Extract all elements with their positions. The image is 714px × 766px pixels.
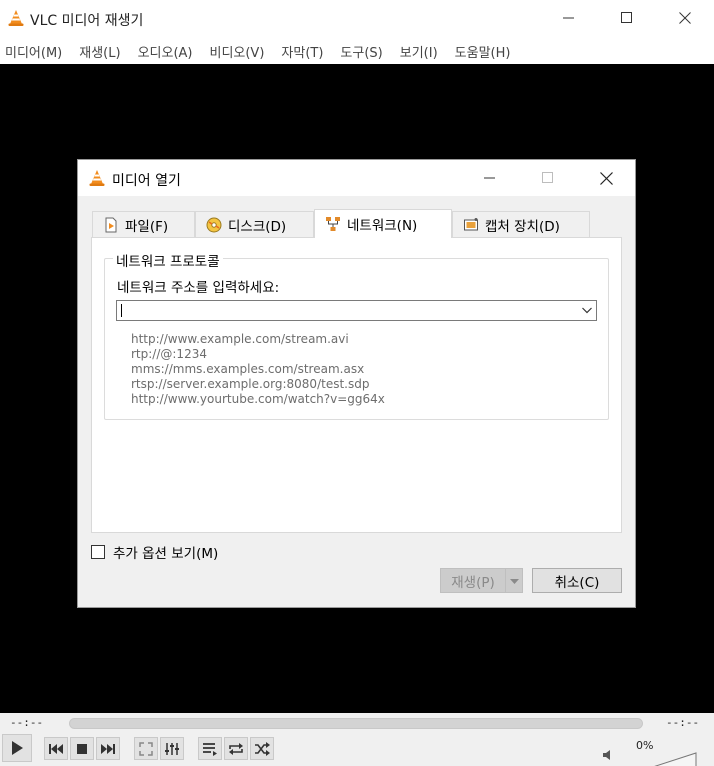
menu-subtitle[interactable]: 자막(T) <box>281 42 323 61</box>
dialog-title-bar: 미디어 열기 <box>78 160 635 196</box>
menu-media[interactable]: 미디어(M) <box>5 42 62 61</box>
playlist-button[interactable] <box>198 737 222 760</box>
example-url: http://www.example.com/stream.avi <box>131 332 349 346</box>
menu-video[interactable]: 비디오(V) <box>209 42 264 61</box>
file-icon <box>103 217 119 233</box>
tab-file[interactable]: 파일(F) <box>92 211 195 237</box>
disc-icon <box>206 217 222 233</box>
loop-button[interactable] <box>224 737 248 760</box>
loop-icon <box>229 742 243 755</box>
tab-capture-device[interactable]: 캡처 장치(D) <box>452 211 590 237</box>
menu-view[interactable]: 보기(I) <box>400 42 438 61</box>
vlc-cone-icon <box>7 9 25 27</box>
maximize-button[interactable] <box>604 0 650 36</box>
menu-help[interactable]: 도움말(H) <box>455 42 511 61</box>
fullscreen-icon <box>139 741 153 756</box>
elapsed-time: --:-- <box>10 716 44 729</box>
previous-button[interactable] <box>44 737 68 760</box>
remaining-time[interactable]: --:-- <box>666 716 699 729</box>
previous-icon <box>49 743 63 754</box>
next-icon <box>101 743 115 754</box>
dialog-title: 미디어 열기 <box>112 173 181 189</box>
network-tab-panel: 네트워크 프로토콜 네트워크 주소를 입력하세요: http://www.exa… <box>91 237 622 533</box>
window-title: VLC 미디어 재생기 <box>30 13 144 29</box>
network-icon <box>325 216 341 232</box>
example-url: rtp://@:1234 <box>131 347 207 361</box>
menu-playback[interactable]: 재생(L) <box>79 42 120 61</box>
cancel-button-label: 취소(C) <box>554 574 600 591</box>
cancel-button[interactable]: 취소(C) <box>532 568 622 593</box>
tab-network[interactable]: 네트워크(N) <box>314 209 452 238</box>
mute-button[interactable] <box>600 747 616 763</box>
chevron-down-icon[interactable] <box>581 304 593 320</box>
menu-audio[interactable]: 오디오(A) <box>138 42 193 61</box>
network-protocol-title: 네트워크 프로토콜 <box>113 250 223 270</box>
vlc-cone-icon <box>88 169 106 187</box>
more-options-checkbox[interactable]: 추가 옵션 보기(M) <box>91 542 218 562</box>
tab-file-label: 파일(F) <box>125 218 169 235</box>
play-icon <box>12 741 23 755</box>
dialog-close-button[interactable] <box>583 160 629 196</box>
checkbox-box[interactable] <box>91 545 105 559</box>
tab-disc-label: 디스크(D) <box>228 218 287 235</box>
play-control-button[interactable] <box>2 734 32 762</box>
capture-device-icon <box>463 217 479 233</box>
text-caret <box>121 304 122 317</box>
play-dropdown-button[interactable] <box>505 568 523 593</box>
example-url: http://www.yourtube.com/watch?v=gg64x <box>131 392 385 406</box>
more-options-label: 추가 옵션 보기(M) <box>113 546 219 562</box>
play-button[interactable]: 재생(P) <box>440 568 506 593</box>
volume-slider[interactable] <box>624 752 698 766</box>
dialog-maximize-button <box>525 160 571 196</box>
stop-button[interactable] <box>70 737 94 760</box>
example-url: rtsp://server.example.org:8080/test.sdp <box>131 377 370 391</box>
title-bar: VLC 미디어 재생기 <box>0 0 714 38</box>
speaker-icon <box>603 750 610 760</box>
volume-percent: 0% <box>636 739 654 752</box>
example-url: mms://mms.examples.com/stream.asx <box>131 362 365 376</box>
network-protocol-group: 네트워크 프로토콜 네트워크 주소를 입력하세요: http://www.exa… <box>104 250 609 420</box>
network-address-input[interactable] <box>116 300 597 321</box>
volume-wedge-icon <box>654 752 697 766</box>
tab-network-label: 네트워크(N) <box>347 218 418 234</box>
playlist-icon <box>203 742 217 756</box>
extended-settings-button[interactable] <box>160 737 184 760</box>
network-address-label: 네트워크 주소를 입력하세요: <box>117 280 280 296</box>
dialog-minimize-button[interactable] <box>467 160 513 196</box>
tab-capture-device-label: 캡처 장치(D) <box>485 218 560 235</box>
play-button-label: 재생(P) <box>451 574 495 591</box>
next-button[interactable] <box>96 737 120 760</box>
close-button[interactable] <box>662 0 708 36</box>
player-controls: --:-- --:-- 0% <box>0 713 714 766</box>
shuffle-icon <box>255 741 270 756</box>
menu-tools[interactable]: 도구(S) <box>340 42 382 61</box>
seek-slider[interactable] <box>69 718 643 729</box>
open-media-dialog: 미디어 열기 파일(F) 디스크(D) 네트워크(N) 캡처 장치(D) 네트워… <box>77 159 636 608</box>
network-examples: http://www.example.com/stream.avi rtp://… <box>131 332 385 407</box>
tab-disc[interactable]: 디스크(D) <box>195 211 314 237</box>
fullscreen-button[interactable] <box>134 737 158 760</box>
equalizer-icon <box>165 742 179 755</box>
minimize-button[interactable] <box>546 0 592 36</box>
chevron-down-icon <box>509 573 519 589</box>
menu-bar: 미디어(M) 재생(L) 오디오(A) 비디오(V) 자막(T) 도구(S) 보… <box>0 38 714 64</box>
shuffle-button[interactable] <box>250 737 274 760</box>
stop-icon <box>77 743 87 754</box>
